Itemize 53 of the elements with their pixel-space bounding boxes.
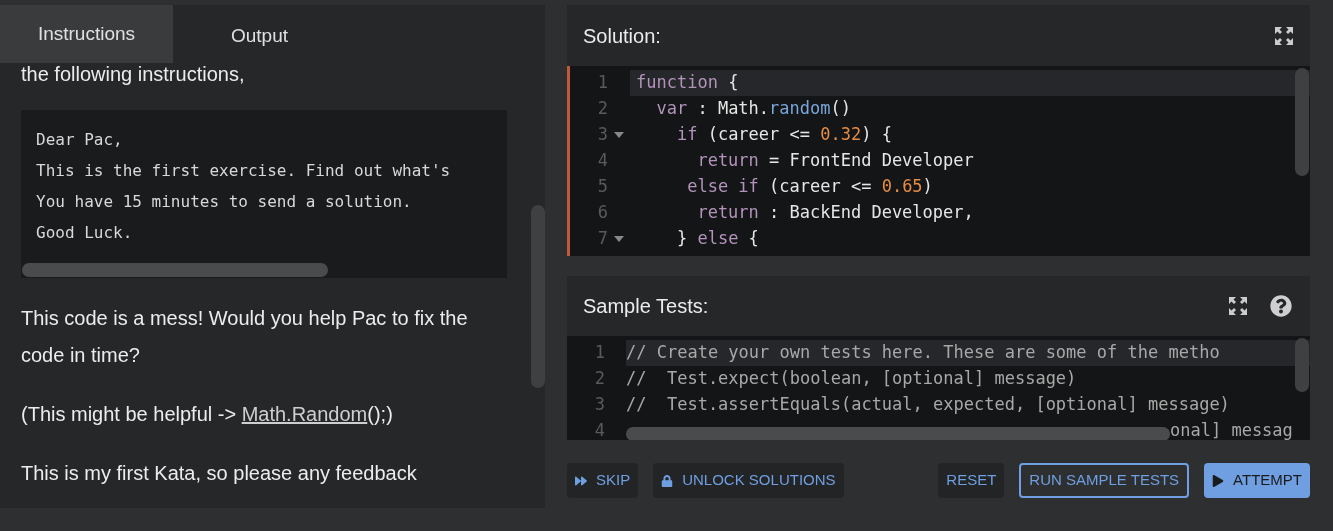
panel-title: Sample Tests: [583, 294, 709, 319]
instruction-text: the following instructions, [21, 62, 246, 87]
line-number: 2 [596, 97, 608, 121]
instruction-text: (This might be helpful -> Math.Random();) [21, 402, 394, 427]
lock-icon [661, 474, 674, 487]
play-icon [1212, 474, 1225, 487]
line-number: 1 [593, 341, 605, 365]
code-line: You have 15 minutes to send a solution. [36, 191, 412, 213]
line-number: 2 [593, 367, 605, 391]
tab[interactable]: Output [173, 5, 346, 63]
vertical-scrollbar[interactable] [1295, 338, 1309, 392]
panel-title: Solution: [583, 23, 661, 49]
tab[interactable]: Instructions [0, 5, 173, 63]
code-line: return : BackEnd Developer, [696, 201, 975, 225]
horizontal-scrollbar[interactable] [22, 263, 328, 277]
fold-caret-icon[interactable] [614, 132, 624, 138]
action-button[interactable]: ATTEMPT [1204, 463, 1310, 498]
action-button[interactable]: RUN SAMPLE TESTS [1019, 463, 1190, 498]
math-random-link[interactable]: Math.Random [241, 403, 368, 425]
code-line: Dear Pac, [36, 129, 123, 151]
code-line: // Test.expect(boolean, [optional] message) [626, 367, 1077, 391]
code-line: onal] messag [1170, 419, 1293, 440]
line-number: 4 [596, 149, 608, 173]
code-line: This is the first exercise. Find out what's [36, 160, 451, 182]
help-icon[interactable] [1270, 295, 1292, 317]
line-number: 3 [593, 393, 605, 417]
action-button[interactable]: RESET [938, 463, 1005, 498]
action-button[interactable]: UNLOCK SOLUTIONS [653, 463, 844, 498]
vertical-scrollbar[interactable] [1295, 68, 1309, 176]
line-number: 5 [596, 175, 608, 199]
line-number: 6 [596, 201, 608, 225]
line-number: 4 [593, 419, 605, 440]
code-editor[interactable]: 1 // Create your own tests here. These are some of the metho 2 // Test.expect(boolean, [optional] message) 3 // Test.assertEquals(actual, expected, [optional] message) 4 onal] messag [567, 336, 1310, 440]
fold-caret-icon[interactable] [614, 236, 624, 242]
code-editor[interactable]: 1 function { 2 var : Math.random() 3 if (career <= 0.32) { 4 return = FrontEnd Developer 5 else if (career <= 0.65) 6 return : BackEnd Developer, 7 } else { [567, 66, 1310, 256]
fast-forward-icon [575, 474, 587, 487]
line-number: 3 [596, 123, 608, 147]
code-line: return = FrontEnd Developer [696, 149, 975, 173]
instruction-text: This is my first Kata, so please any feedback [21, 461, 418, 486]
horizontal-scrollbar[interactable] [626, 427, 1170, 440]
vertical-scrollbar[interactable] [531, 205, 545, 388]
code-line: else if (career <= 0.65) [686, 175, 934, 199]
code-line: Good Luck. [36, 222, 133, 244]
instruction-text: This code is a mess! Would you help Pac to fix the code in time? [21, 306, 469, 368]
code-line: // Test.assertEquals(actual, expected, [optional] message) [626, 393, 1230, 417]
line-number: 1 [596, 71, 608, 95]
line-number: 7 [596, 227, 608, 251]
action-button[interactable]: SKIP [567, 463, 639, 498]
expand-icon[interactable] [1228, 296, 1248, 316]
code-line: var : Math.random() [655, 97, 852, 121]
expand-icon[interactable] [1274, 25, 1294, 46]
code-line: if (career <= 0.32) { [675, 123, 893, 147]
code-line: } else { [675, 227, 760, 251]
